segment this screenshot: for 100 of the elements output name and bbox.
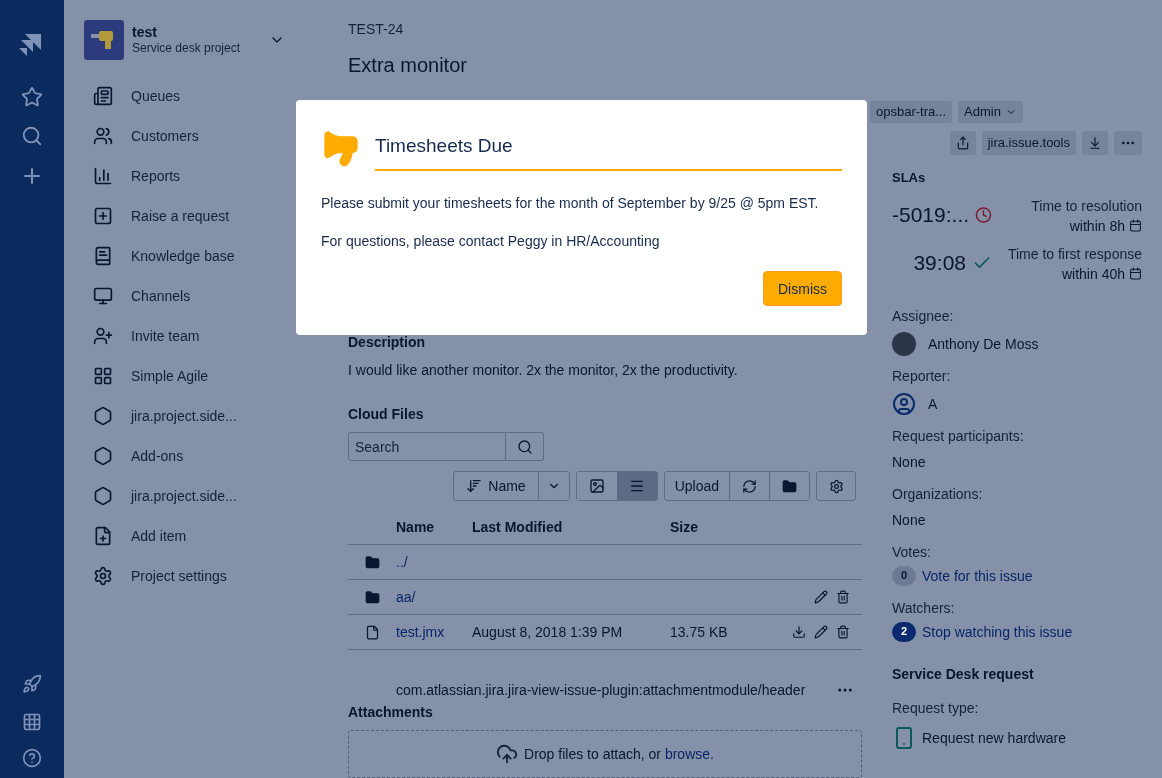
section-heading: Description [348,333,426,353]
field-label: Organizations: [892,484,984,504]
issue-tools-button[interactable]: jira.issue.tools [981,131,1076,155]
pencil-icon[interactable] [814,590,828,605]
section-heading: Attachments [348,703,434,723]
dialog-text: Please submit your timesheets for the month of September by 9/25 @ 5pm EST. [321,194,820,214]
sla-goal: Time to resolution [1031,196,1142,216]
description-text: I would like another monitor. 2x the monitor, 2x the productivity. [348,361,739,381]
settings-button[interactable] [816,471,856,502]
sidebar-item-icon [93,86,113,106]
file-name-link[interactable]: ../ [396,554,408,571]
help-icon[interactable] [22,748,42,768]
sidebar-item[interactable]: Add item [93,524,285,548]
section-heading: Cloud Files [348,405,425,425]
sidebar-item-icon [93,166,113,186]
counter-link[interactable]: Vote for this issue [922,565,1033,586]
export-button[interactable] [1082,131,1108,155]
sidebar-item[interactable]: jira.project.side... [93,404,285,428]
dismiss-button[interactable]: Dismiss [763,271,842,307]
dialog-text: For questions, please contact Peggy in HR/Accounting [321,232,661,252]
plugin-header-text: com.atlassian.jira.jira-view-issue-plugin:attachmentmodule/header [396,681,806,701]
pencil-icon[interactable] [814,625,828,640]
sidebar-item-icon [93,126,113,146]
dialog-title: Timesheets Due [375,134,514,158]
drop-text: Drop files to attach, or browse. [524,745,714,764]
export-icon [1088,136,1102,150]
trash-icon[interactable] [836,590,850,605]
folder-icon [782,478,797,494]
user-avatar-icon [892,391,916,416]
starred-icon[interactable] [21,86,43,108]
clock-icon [975,204,992,225]
section-heading: Service Desk request [892,664,1035,684]
file-name-link[interactable]: aa/ [396,589,416,606]
sidebar-item[interactable]: Reports [93,164,285,188]
field-value: None [892,510,927,530]
list-view-button[interactable] [616,472,657,501]
opsbar-button[interactable]: opsbar-tra... [870,101,953,123]
sidebar-item[interactable]: Project settings [93,564,285,588]
sidebar-item-icon [93,566,113,586]
file-icon [364,624,380,640]
sla-goal: Time to first response [1007,244,1142,264]
table-cell: 13.75 KB [670,624,728,641]
issue-key[interactable]: TEST-24 [348,19,862,39]
sidebar-item[interactable]: Customers [93,124,285,148]
field-label: Votes: [892,542,932,562]
sidebar-item-icon [93,246,113,266]
sla-within: within 40h [1061,264,1125,284]
folder-icon [364,554,380,570]
sort-icon [466,478,483,495]
count-badge: 0 [892,565,916,586]
field-value[interactable]: A [928,393,938,414]
search-field[interactable]: Search [348,432,506,462]
field-value: None [892,452,927,472]
app-switcher-icon[interactable] [22,712,42,732]
project-type: Service desk project [132,40,242,56]
search-icon[interactable] [21,125,43,147]
settings-icon [828,478,844,494]
sidebar-item[interactable]: Simple Agile [93,364,285,388]
sidebar-item-icon [93,406,113,426]
rocket-icon[interactable] [22,674,42,694]
sidebar-item[interactable]: Queues [93,84,285,108]
sidebar-item[interactable]: Knowledge base [93,244,285,268]
issue-title: Extra monitor [348,53,468,78]
project-name: test [132,24,158,40]
column-header[interactable]: Size [670,516,770,537]
admin-dropdown[interactable]: Admin [958,101,1023,123]
column-header[interactable]: Last Modified [472,516,670,537]
sidebar-item-icon [93,486,113,506]
field-label: Watchers: [892,598,956,618]
avatar [892,331,916,356]
folder-icon [364,589,380,605]
sidebar-item[interactable]: Raise a request [93,204,285,228]
share-button[interactable] [949,131,976,155]
sidebar-item[interactable]: Channels [93,284,285,308]
download-icon[interactable] [792,625,806,640]
field-value[interactable]: Anthony De Moss [928,333,1039,354]
count-badge: 2 [892,621,916,642]
field-label: Reporter: [892,366,952,386]
field-label: Assignee: [892,306,955,326]
field-label: Request type: [892,698,980,718]
browse-link[interactable]: browse. [664,746,714,762]
sidebar-item[interactable]: Add-ons [93,444,285,468]
file-name-link[interactable]: test.jmx [396,624,445,641]
search-button[interactable] [506,432,544,462]
cloud-upload-icon [496,743,519,765]
trash-icon[interactable] [836,625,850,640]
sidebar-item[interactable]: Invite team [93,324,285,348]
drop-zone[interactable]: Drop files to attach, or browse. [348,730,862,778]
share-icon [955,136,970,150]
sidebar-item-icon [93,366,113,386]
sidebar-item[interactable]: jira.project.side... [93,484,285,508]
sidebar-item-icon [93,206,113,226]
sidebar-item-icon [93,446,113,466]
calendar-icon[interactable] [1129,267,1142,281]
sla-time: -5019:... [892,201,970,228]
sidebar-item-icon [93,326,113,346]
search-icon [516,438,533,455]
counter-link[interactable]: Stop watching this issue [922,621,1073,642]
calendar-icon[interactable] [1129,219,1142,233]
column-header[interactable]: Name [396,516,472,537]
